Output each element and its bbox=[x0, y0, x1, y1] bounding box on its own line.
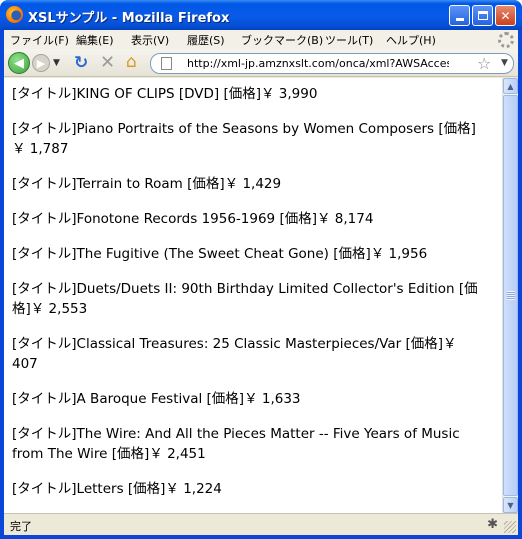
navigation-toolbar: ◀ ▶ ▼ ↻ ✕ ⌂ http://xml-jp.amznxslt.com/o… bbox=[4, 49, 518, 77]
back-arrow-icon: ◀ bbox=[14, 55, 24, 71]
maximize-button[interactable] bbox=[472, 5, 493, 26]
url-text[interactable]: http://xml-jp.amznxslt.com/onca/xml?AWSA… bbox=[187, 57, 449, 70]
scroll-thumb[interactable] bbox=[503, 95, 518, 496]
minimize-icon bbox=[455, 18, 464, 21]
product-item: [タイトル]The Fugitive (The Sweet Cheat Gone… bbox=[12, 246, 428, 262]
product-item: [タイトル]Terrain to Roam [価格]￥ 1,429 bbox=[12, 176, 282, 192]
product-item: [タイトル]Duets/Duets II: 90th Birthday Limi… bbox=[12, 281, 478, 317]
product-item: [タイトル]The Wire: And All the Pieces Matte… bbox=[12, 426, 460, 462]
status-text: 完了 bbox=[10, 520, 32, 533]
product-item: [タイトル]A Baroque Festival [価格]￥ 1,633 bbox=[12, 391, 301, 407]
menu-help[interactable]: ヘルプ(H) bbox=[386, 32, 436, 48]
product-item: [タイトル]Letters [価格]￥ 1,224 bbox=[12, 481, 222, 497]
menu-file[interactable]: ファイル(F) bbox=[10, 32, 69, 48]
page-icon bbox=[161, 57, 172, 70]
close-icon: ✕ bbox=[500, 8, 511, 23]
reload-icon[interactable]: ↻ bbox=[74, 53, 88, 73]
browser-client-area: ファイル(F) 編集(E) 表示(V) 履歴(S) ブックマーク(B) ツール(… bbox=[4, 30, 518, 535]
menu-view[interactable]: 表示(V) bbox=[131, 32, 169, 48]
browser-window: XSLサンプル - Mozilla Firefox ✕ ファイル(F) 編集(E… bbox=[0, 0, 522, 539]
vertical-scrollbar[interactable]: ▲ ▼ bbox=[502, 78, 518, 513]
menu-edit[interactable]: 編集(E) bbox=[76, 32, 114, 48]
bug-icon[interactable]: ✱ bbox=[487, 517, 498, 532]
scroll-up-button[interactable]: ▲ bbox=[503, 78, 518, 94]
back-button[interactable]: ◀ bbox=[8, 52, 30, 74]
forward-button[interactable]: ▶ bbox=[32, 54, 50, 72]
status-bar: 完了 ✱ bbox=[4, 513, 518, 535]
stop-icon[interactable]: ✕ bbox=[100, 52, 115, 73]
window-title: XSLサンプル - Mozilla Firefox bbox=[28, 11, 230, 26]
product-item: [タイトル]Classical Treasures: 25 Classic Ma… bbox=[12, 336, 457, 372]
menu-history[interactable]: 履歴(S) bbox=[187, 32, 225, 48]
url-bar[interactable]: http://xml-jp.amznxslt.com/onca/xml?AWSA… bbox=[150, 53, 514, 74]
menu-tools[interactable]: ツール(T) bbox=[325, 32, 373, 48]
product-list: [タイトル]KING OF CLIPS [DVD] [価格]￥ 3,990 [タ… bbox=[4, 78, 502, 513]
maximize-icon bbox=[477, 11, 488, 20]
resize-grip[interactable] bbox=[504, 521, 516, 533]
product-item: [タイトル]Piano Portraits of the Seasons by … bbox=[12, 121, 476, 157]
title-bar[interactable]: XSLサンプル - Mozilla Firefox ✕ bbox=[0, 0, 522, 30]
close-button[interactable]: ✕ bbox=[495, 5, 516, 26]
menu-bar: ファイル(F) 編集(E) 表示(V) 履歴(S) ブックマーク(B) ツール(… bbox=[4, 30, 518, 49]
minimize-button[interactable] bbox=[449, 5, 470, 26]
firefox-logo-icon bbox=[6, 6, 23, 23]
scroll-grip-icon bbox=[507, 291, 515, 300]
star-icon[interactable]: ☆ bbox=[477, 54, 491, 73]
history-dropdown-icon[interactable]: ▼ bbox=[53, 58, 60, 68]
page-content: [タイトル]KING OF CLIPS [DVD] [価格]￥ 3,990 [タ… bbox=[4, 78, 518, 513]
scroll-down-button[interactable]: ▼ bbox=[503, 497, 518, 513]
menu-bookmarks[interactable]: ブックマーク(B) bbox=[241, 32, 323, 48]
product-item: [タイトル]KING OF CLIPS [DVD] [価格]￥ 3,990 bbox=[12, 86, 318, 102]
product-item: [タイトル]Fonotone Records 1956-1969 [価格]￥ 8… bbox=[12, 211, 374, 227]
forward-arrow-icon: ▶ bbox=[36, 56, 46, 70]
home-icon[interactable]: ⌂ bbox=[126, 52, 137, 72]
throbber-icon bbox=[498, 32, 514, 48]
url-dropdown-icon[interactable]: ▼ bbox=[501, 58, 508, 68]
